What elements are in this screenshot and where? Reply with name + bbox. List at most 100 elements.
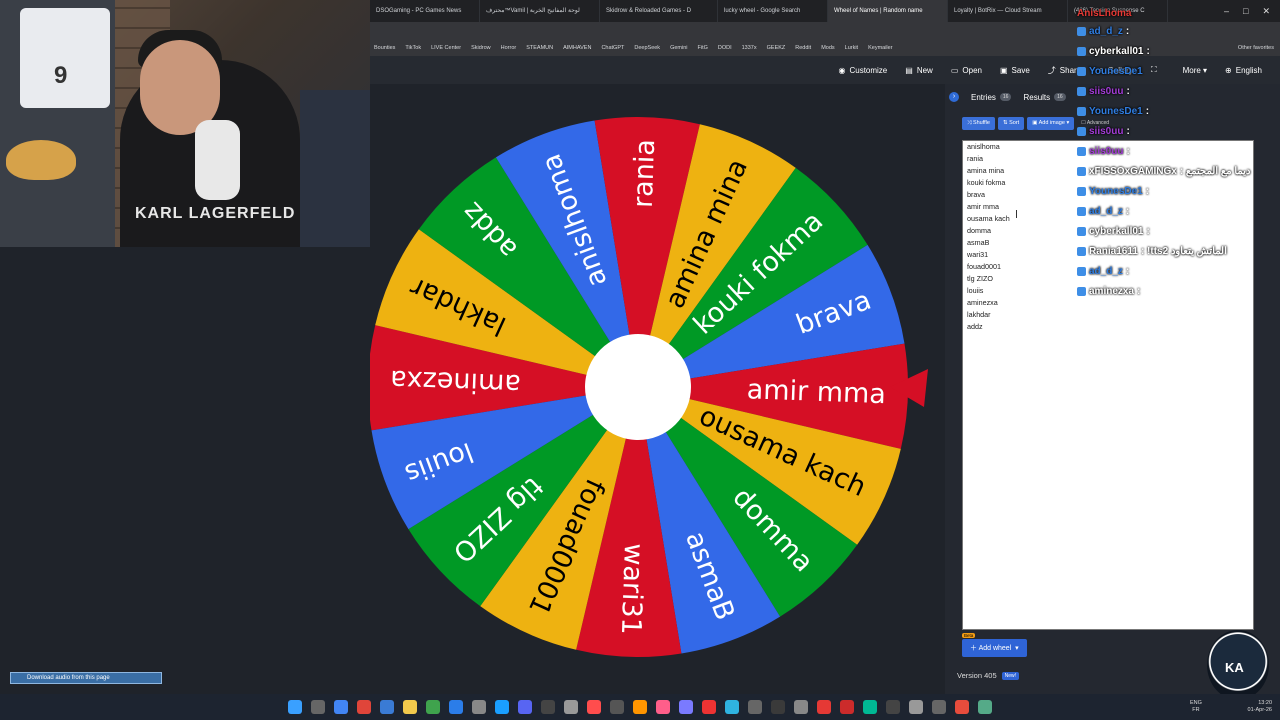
tab-results[interactable]: Results 16 (1023, 92, 1066, 102)
navbar-button[interactable]: ⊕ English (1225, 66, 1262, 75)
straw-hat (6, 140, 76, 180)
taskbar-app-icon[interactable] (472, 700, 486, 714)
bookmark-item[interactable]: DODI (718, 40, 732, 56)
taskbar-app-icon[interactable] (909, 700, 923, 714)
chat-badge-icon (1077, 187, 1086, 196)
taskbar-app-icon[interactable] (794, 700, 808, 714)
taskbar-app-icon[interactable] (955, 700, 969, 714)
taskbar-app-icon[interactable] (886, 700, 900, 714)
bookmark-item[interactable]: Reddit (795, 40, 811, 56)
taskbar-app-icon[interactable] (311, 700, 325, 714)
shuffle-button[interactable]: ⤨ Shuffle (962, 117, 995, 130)
bookmark-item[interactable]: DeepSeek (634, 40, 660, 56)
bookmark-item[interactable]: Bounties (374, 40, 395, 56)
address-bar[interactable] (370, 22, 1280, 40)
navbar-button[interactable]: ▭ Open (951, 66, 982, 75)
version-info: Version 405 New! (957, 671, 1020, 680)
taskbar-app-icon[interactable] (978, 700, 992, 714)
navbar-button-label: Customize (849, 65, 888, 75)
bookmark-item[interactable]: TikTok (405, 40, 421, 56)
navbar-button[interactable]: More ▾ (1179, 66, 1207, 75)
bookmark-item[interactable]: GEEKZ (767, 40, 786, 56)
navbar-button-label: New (916, 65, 933, 75)
browser-tab[interactable]: Wheel of Names | Random name (828, 0, 948, 22)
taskbar-app-icon[interactable] (541, 700, 555, 714)
browser-tab[interactable]: محترف™Vamil | لوحة المفاتيح الخربة (480, 0, 600, 22)
taskbar-app-icon[interactable] (380, 700, 394, 714)
browser-tab[interactable]: DSOGaming - PC Games News (370, 0, 480, 22)
bookmark-item[interactable]: AIMHAVEN (563, 40, 591, 56)
language-indicator[interactable]: ENG FR (1190, 700, 1202, 714)
text-cursor (1016, 210, 1017, 218)
navbar-button[interactable]: ◉ Customize (838, 66, 887, 75)
taskbar-app-icon[interactable] (748, 700, 762, 714)
wheel-of-names[interactable]: amir mmaousama kachdommaasmaBwari31fouad… (370, 84, 945, 694)
taskbar-app-icon[interactable] (587, 700, 601, 714)
folder-icon: ▭ (950, 65, 959, 75)
bookmark-item[interactable]: Keymailer (868, 40, 892, 56)
tab-results-label: Results (1023, 92, 1051, 102)
close-button[interactable]: ✕ (1262, 0, 1270, 22)
taskbar-app-icon[interactable] (656, 700, 670, 714)
chat-username: ad_d_z (1089, 266, 1123, 277)
taskbar-app-icon[interactable] (679, 700, 693, 714)
bookmark-item[interactable]: FitG (697, 40, 707, 56)
taskbar-app-icon[interactable] (449, 700, 463, 714)
system-clock[interactable]: 13:20 01-Apr-26 (1248, 700, 1272, 714)
bookmark-item[interactable]: LIVE Center (431, 40, 461, 56)
taskbar-app-icon[interactable] (932, 700, 946, 714)
chat-text: : (1137, 286, 1141, 297)
taskbar-app-icon[interactable] (357, 700, 371, 714)
navbar-button[interactable]: ▣ Save (1000, 66, 1030, 75)
minimize-button[interactable]: – (1224, 0, 1229, 22)
bookmark-item[interactable]: 1337x (742, 40, 757, 56)
chat-text: : (1125, 266, 1130, 277)
taskbar-app-icon[interactable] (817, 700, 831, 714)
browser-tab[interactable]: Skidrow & Reloaded Games - D (600, 0, 718, 22)
bookmark-item[interactable]: Horror (501, 40, 517, 56)
taskbar-app-icon[interactable] (633, 700, 647, 714)
add-wheel-button[interactable]: ＋ Add wheel ▾ (962, 639, 1027, 657)
bookmark-item[interactable]: ChatGPT (601, 40, 624, 56)
taskbar-app-icon[interactable] (403, 700, 417, 714)
taskbar-app-icon[interactable] (702, 700, 716, 714)
bookmark-item[interactable]: Gemini (670, 40, 687, 56)
sort-button[interactable]: ⇅ Sort (997, 117, 1025, 130)
taskbar-app-icon[interactable] (840, 700, 854, 714)
browser-tab[interactable]: Loyalty | BotRix — Cloud Stream (948, 0, 1068, 22)
wheel-center-button[interactable] (585, 334, 691, 440)
taskbar-app-icon[interactable] (495, 700, 509, 714)
wheel-segment-label: wari31 (615, 543, 649, 636)
browser-tab[interactable]: lucky wheel - Google Search (718, 0, 828, 22)
taskbar-app-icon[interactable] (288, 700, 302, 714)
wheel-stage: amir mma ousama kach domma asmaB wari31 fouad… (370, 84, 945, 694)
taskbar-app-icon[interactable] (863, 700, 877, 714)
chat-badge-icon (1077, 87, 1086, 96)
chat-message: YounesDe1: (1077, 106, 1149, 117)
taskbar-app-icon[interactable] (518, 700, 532, 714)
bookmark-item[interactable]: Mods (821, 40, 834, 56)
taskbar-app-icon[interactable] (771, 700, 785, 714)
navbar-button[interactable]: ▤ New (905, 66, 933, 75)
taskbar-app-icon[interactable] (334, 700, 348, 714)
taskbar-app-icon[interactable] (564, 700, 578, 714)
chat-message: cyberkall01: (1077, 46, 1150, 57)
add-image-button[interactable]: ▣ Add image ▾ (1027, 117, 1075, 130)
tab-entries[interactable]: Entries 16 (971, 93, 1012, 102)
bookmark-item[interactable]: STEAMUN (526, 40, 553, 56)
new-badge[interactable]: New! (1001, 671, 1020, 680)
download-audio-bar[interactable]: Download audio from this page (10, 672, 162, 684)
chat-badge-icon (1077, 207, 1086, 216)
chat-text: : (1146, 226, 1150, 237)
collapse-chevron-icon[interactable]: › (949, 92, 959, 102)
taskbar (0, 694, 1280, 720)
bookmark-item[interactable]: Skidrow (471, 40, 491, 56)
taskbar-app-icon[interactable] (426, 700, 440, 714)
navbar-button[interactable]: ⛶ (1151, 65, 1161, 75)
maximize-button[interactable]: □ (1243, 0, 1248, 22)
bookmark-item[interactable]: Lurkit (845, 40, 858, 56)
taskbar-app-icon[interactable] (725, 700, 739, 714)
taskbar-app-icon[interactable] (610, 700, 624, 714)
bookmark-item[interactable]: Other favorites (1238, 40, 1280, 56)
palette-icon: ◉ (838, 65, 846, 75)
